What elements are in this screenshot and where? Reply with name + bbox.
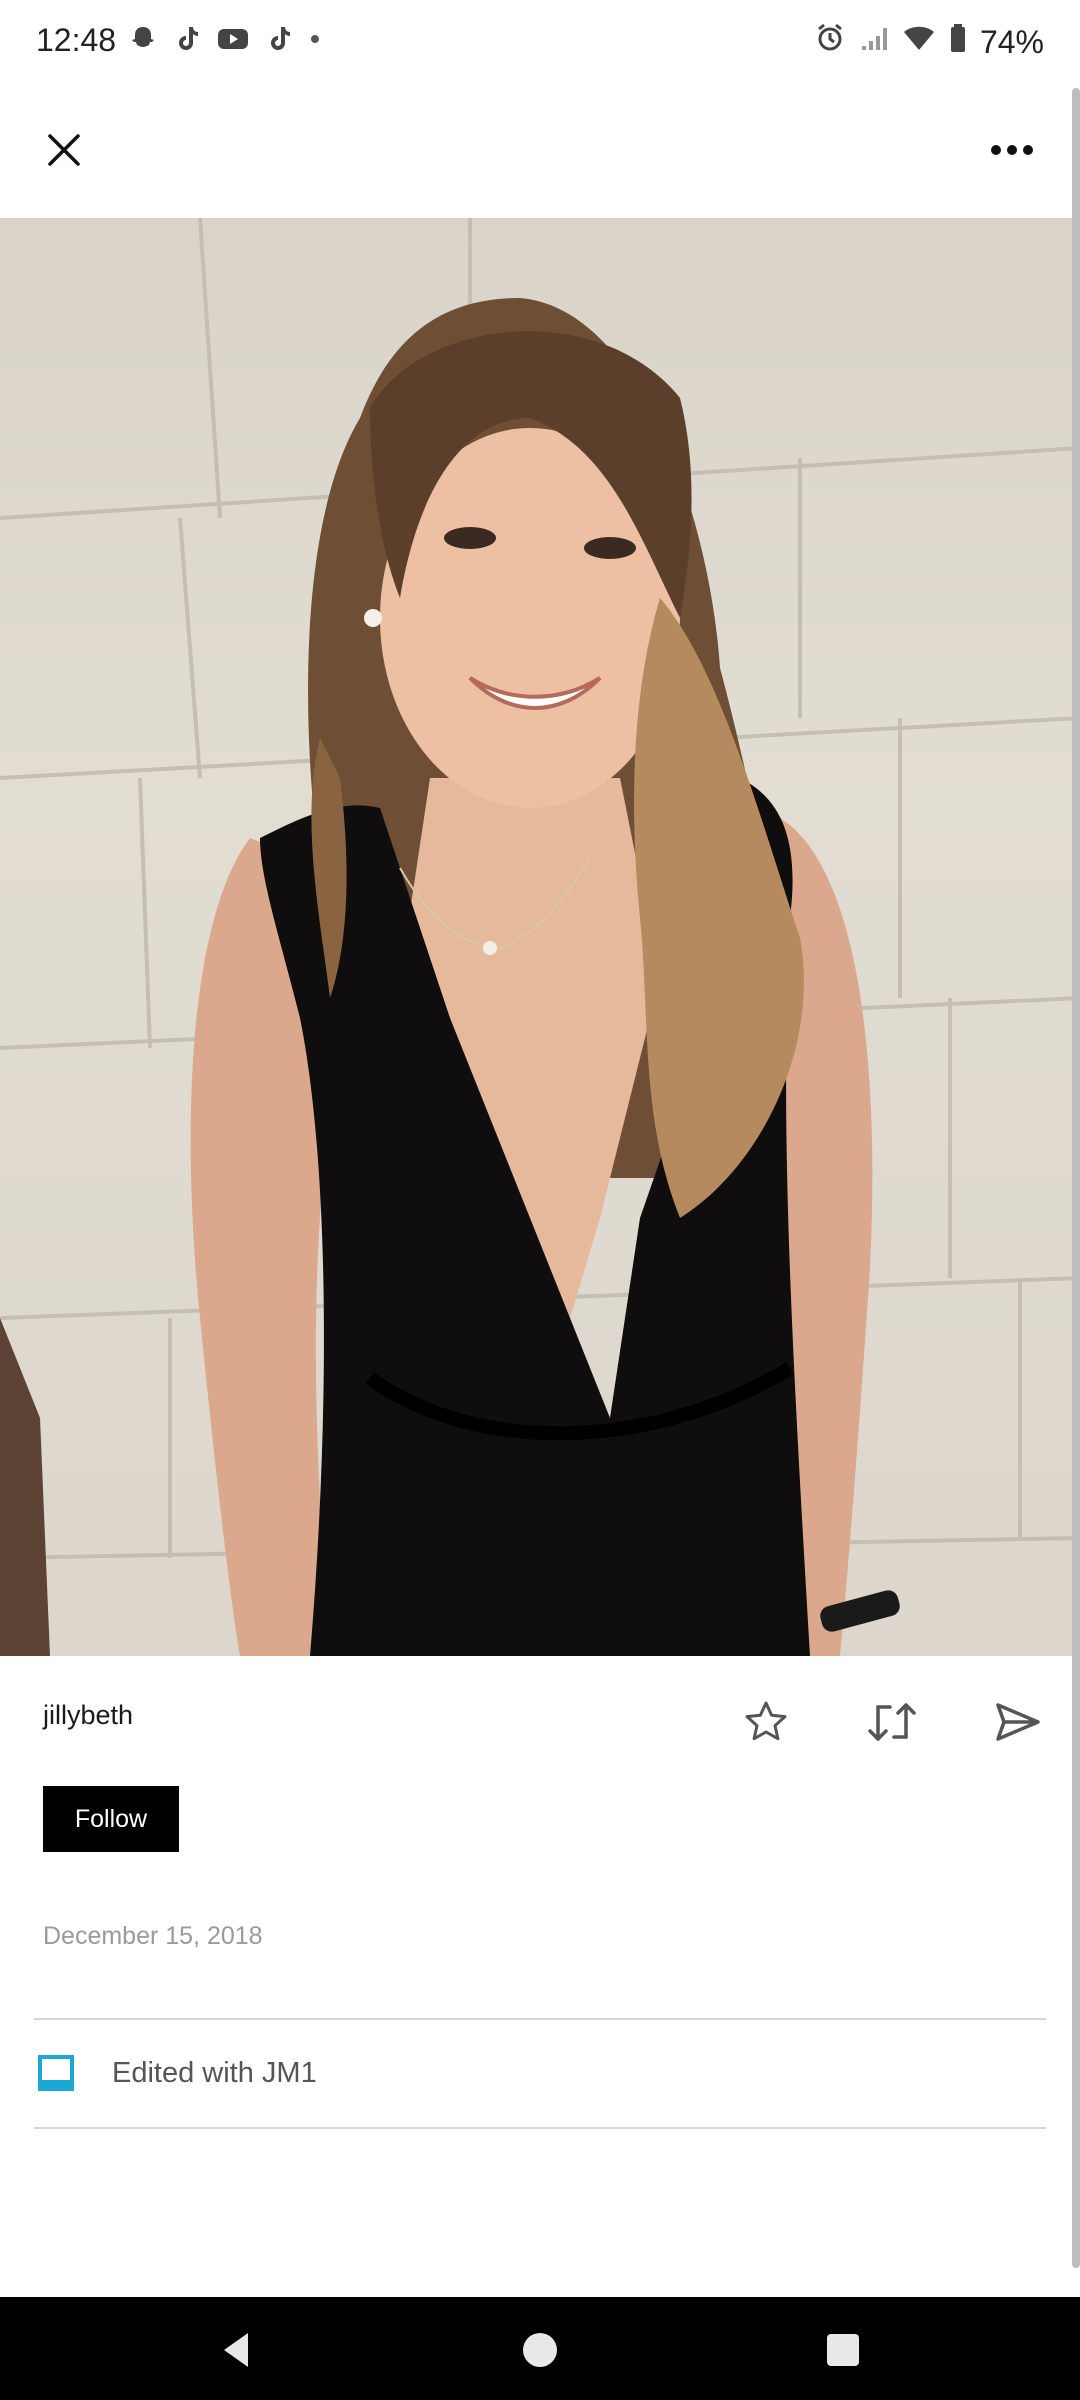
divider [34,2127,1046,2129]
close-icon [48,134,80,166]
snapchat-icon [128,24,158,65]
back-icon[interactable] [212,2325,262,2375]
wifi-icon [902,22,936,62]
alarm-icon [814,22,846,62]
more-options-button[interactable] [972,118,1052,182]
photo-illustration [0,218,1080,1656]
favorite-button[interactable] [732,1690,800,1754]
post-date: December 15, 2018 [43,1922,263,1950]
follow-button[interactable]: Follow [43,1786,179,1852]
send-icon [996,1703,1040,1741]
status-app-icons [128,24,322,65]
battery-icon [948,22,968,62]
post-username[interactable]: jillybeth [43,1700,133,1731]
post-photo[interactable] [0,218,1080,1656]
top-bar [0,88,1080,218]
tiktok-icon [172,24,202,65]
star-icon [745,1701,787,1741]
edited-app-icon [38,2055,74,2091]
dot-icon [308,24,322,65]
home-icon[interactable] [515,2325,565,2375]
close-button[interactable] [32,118,96,182]
scrollbar[interactable] [1072,88,1080,2268]
status-right: 74% [814,22,1044,62]
youtube-icon [216,24,250,65]
post-actions [732,1690,1052,1754]
status-time: 12:48 [36,22,117,58]
repost-icon [868,1703,916,1741]
edited-with-label: Edited with JM1 [112,2056,317,2089]
recents-icon[interactable] [818,2325,868,2375]
status-bar: 12:48 74% [0,0,1080,88]
repost-button[interactable] [858,1690,926,1754]
battery-percent: 74% [979,23,1044,60]
share-button[interactable] [984,1690,1052,1754]
signal-icon [858,22,890,62]
system-nav-bar [0,2297,1080,2400]
tiktok-icon [264,24,294,65]
edited-with-row[interactable]: Edited with JM1 [34,2020,1046,2126]
more-horizontal-icon [991,145,1033,155]
